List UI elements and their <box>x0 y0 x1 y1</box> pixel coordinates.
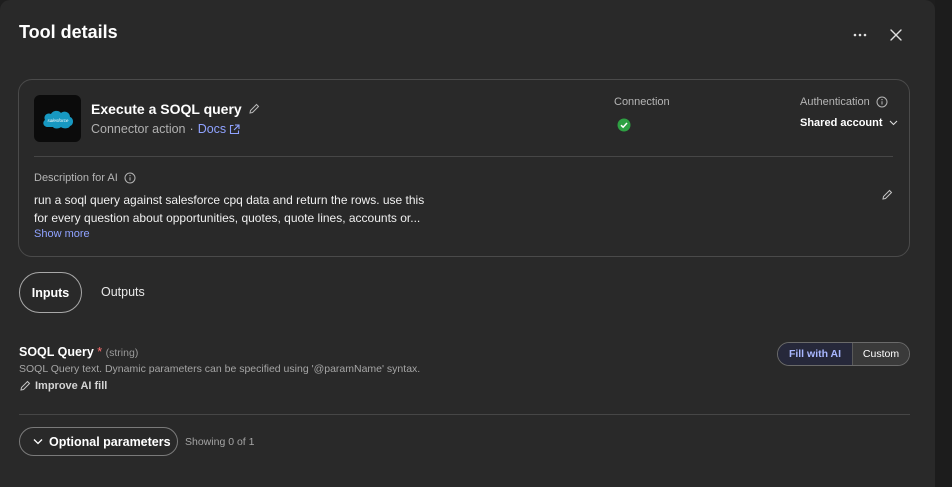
connector-action-label: Connector action <box>91 122 186 136</box>
separator-dot: · <box>189 122 194 136</box>
tool-name-label: Execute a SOQL query <box>91 101 242 117</box>
svg-text:salesforce: salesforce <box>47 118 68 123</box>
close-button[interactable] <box>885 24 907 46</box>
pencil-icon <box>881 189 893 201</box>
background-edge <box>935 0 952 487</box>
optional-parameters-label[interactable]: Optional parameters <box>49 435 171 449</box>
authentication-value[interactable]: Shared account <box>800 117 883 129</box>
parameter-type: (string) <box>105 347 139 359</box>
info-icon[interactable] <box>876 96 888 108</box>
improve-ai-fill-button[interactable]: Improve AI fill <box>19 380 107 392</box>
parameter-description: SOQL Query text. Dynamic parameters can … <box>19 363 421 375</box>
authentication-label: Authentication <box>800 96 888 108</box>
parameter-name: SOQL Query <box>19 345 94 359</box>
card-divider <box>34 156 893 157</box>
more-options-button[interactable] <box>849 24 871 46</box>
connection-status <box>617 118 631 137</box>
description-label-text: Description for AI <box>34 172 118 184</box>
tool-details-panel: Tool details salesforce Execute a SOQL q… <box>0 0 935 487</box>
chevron-down-icon <box>33 438 43 445</box>
info-icon[interactable] <box>124 172 136 184</box>
section-divider <box>19 414 910 415</box>
external-link-icon <box>229 123 240 135</box>
edit-description-button[interactable] <box>881 188 893 206</box>
fill-mode-toggle: Fill with AI Custom <box>777 342 910 366</box>
custom-option[interactable]: Custom <box>852 343 909 365</box>
description-text: run a soql query against salesforce cpq … <box>34 191 454 227</box>
authentication-label-text: Authentication <box>800 96 870 108</box>
close-icon <box>890 29 902 41</box>
docs-link-label[interactable]: Docs <box>198 122 226 136</box>
connection-label: Connection <box>614 96 670 108</box>
tool-summary-card: salesforce Execute a SOQL query Connecto… <box>18 79 910 257</box>
tool-subtitle: Connector action · Docs <box>91 122 240 136</box>
salesforce-logo: salesforce <box>34 95 81 142</box>
description-line-2: for every question about opportunities, … <box>34 211 421 225</box>
chevron-down-icon <box>889 120 898 126</box>
show-more-link[interactable]: Show more <box>34 228 90 240</box>
improve-ai-fill-label[interactable]: Improve AI fill <box>35 380 107 392</box>
description-label: Description for AI <box>34 172 136 184</box>
authentication-dropdown[interactable]: Shared account <box>800 117 898 129</box>
tab-inputs[interactable]: Inputs <box>19 272 82 313</box>
optional-parameters-button[interactable]: Optional parameters <box>19 427 178 456</box>
required-mark: * <box>97 345 103 359</box>
showing-count: Showing 0 of 1 <box>185 436 255 448</box>
fill-with-ai-option[interactable]: Fill with AI <box>778 343 852 365</box>
ellipsis-icon <box>853 33 867 37</box>
parameter-title: SOQL Query * (string) <box>19 345 138 359</box>
page-title: Tool details <box>19 22 118 42</box>
description-line-1: run a soql query against salesforce cpq … <box>34 193 425 207</box>
edit-name-icon[interactable] <box>248 103 260 115</box>
tool-name: Execute a SOQL query <box>91 101 260 117</box>
tab-outputs[interactable]: Outputs <box>101 285 145 299</box>
docs-link[interactable]: Docs <box>198 122 240 136</box>
check-circle-icon <box>617 118 631 132</box>
pencil-icon <box>19 380 31 392</box>
